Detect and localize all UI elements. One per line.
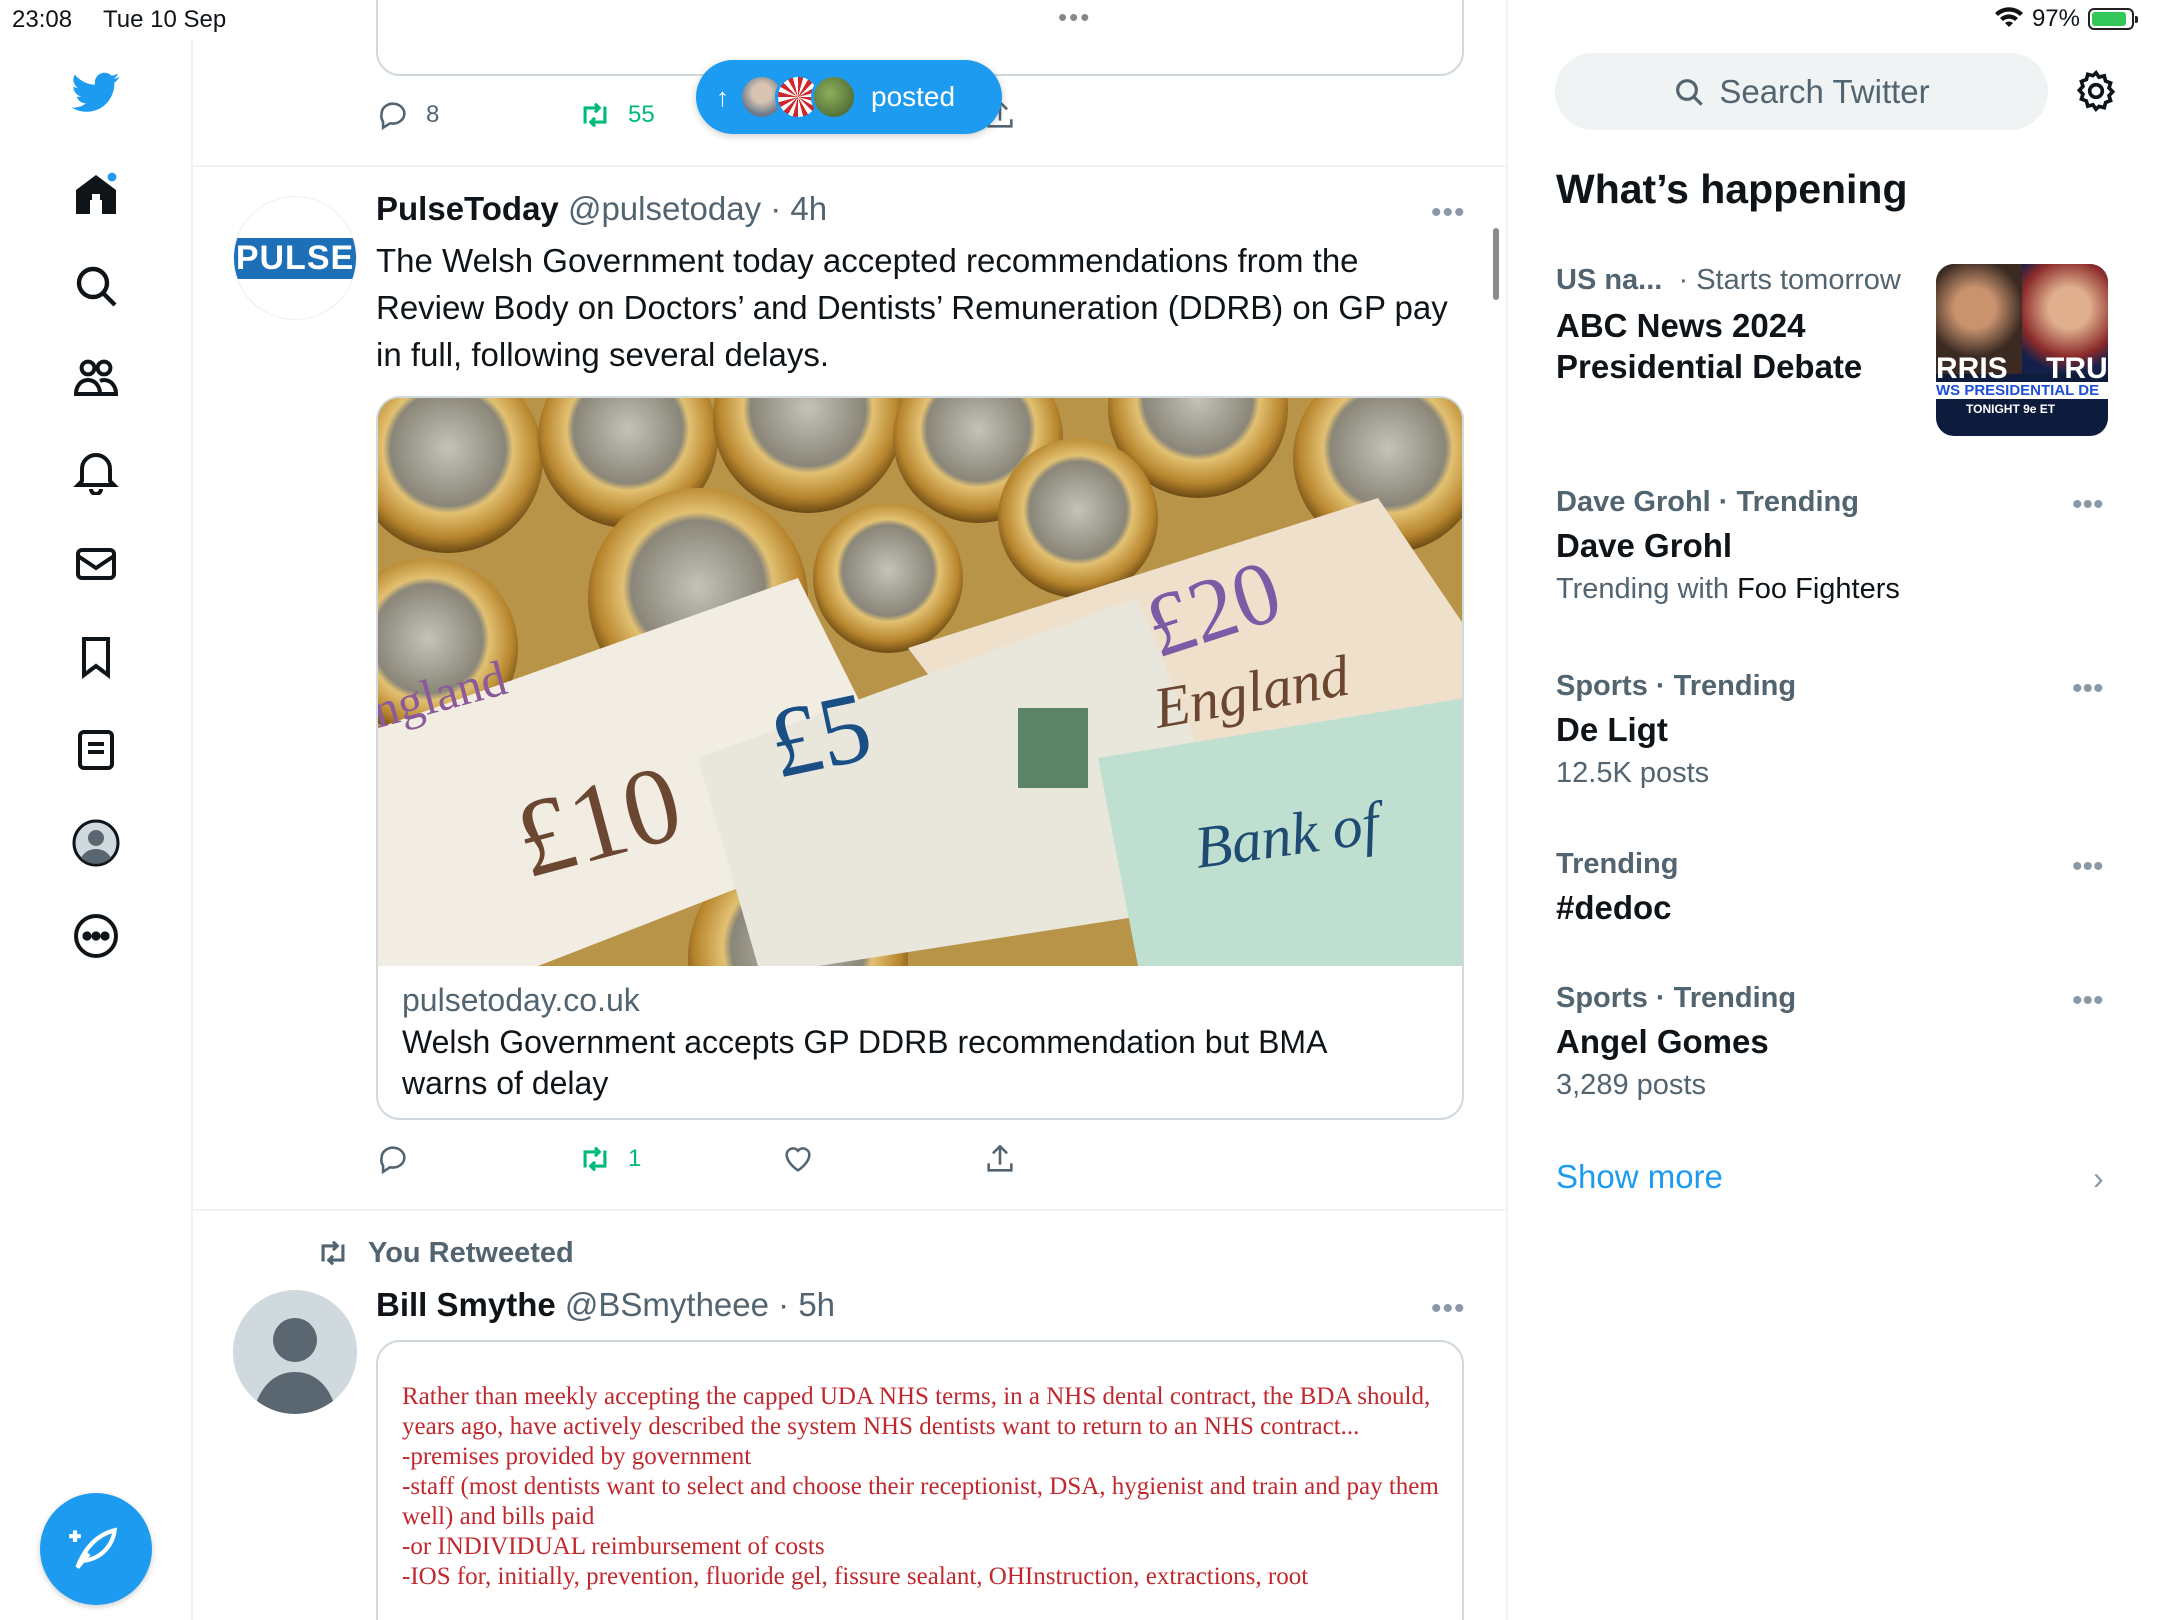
search-input[interactable]: Search Twitter	[1555, 53, 2048, 130]
left-nav	[0, 40, 193, 1620]
author-name[interactable]: Bill Smythe	[376, 1286, 556, 1323]
retweet-button[interactable]: 1	[578, 1142, 641, 1176]
chevron-right-icon: ›	[2093, 1160, 2104, 1196]
share-button[interactable]	[983, 1142, 1017, 1181]
search-icon	[1676, 78, 1704, 106]
trend-thumbnail: RRIS TRU WS PRESIDENTIAL DE TONIGHT 9e E…	[1936, 264, 2108, 436]
compose-tweet-button[interactable]	[40, 1493, 152, 1605]
trend-topic: Angel Gomes	[1556, 1023, 1769, 1060]
trend-post-count: 3,289 posts	[1556, 1069, 1706, 1101]
trend-sub-prefix: Trending with	[1556, 573, 1738, 605]
reply-icon	[380, 1146, 406, 1175]
trend-post-count: 12.5K posts	[1556, 757, 1710, 789]
trend-item[interactable]: Sports · Trending Angel Gomes 3,289 post…	[1556, 982, 2116, 1102]
trend-topic: #dedoc	[1556, 889, 1672, 926]
trend-category: US na...	[1556, 264, 1663, 296]
reply-button[interactable]	[376, 1142, 410, 1176]
retweet-icon	[583, 1146, 607, 1172]
trend-sub-highlight: Foo Fighters	[1737, 573, 1900, 605]
retweeted-label: You Retweeted	[368, 1236, 574, 1269]
trend-more-button[interactable]: •••	[2072, 850, 2104, 884]
trend-topic: Dave Grohl	[1556, 527, 1733, 564]
bookmarks-icon[interactable]	[70, 631, 122, 683]
show-more-link[interactable]: Show more	[1556, 1158, 1723, 1196]
search-icon[interactable]	[70, 260, 122, 312]
right-sidebar: Search Twitter What’s happening US na...…	[1508, 0, 2160, 1620]
reply-button[interactable]: 8	[376, 98, 439, 132]
trend-item[interactable]: Dave Grohl · Trending Dave Grohl Trendin…	[1556, 486, 2116, 606]
like-button[interactable]	[781, 1142, 815, 1181]
search-placeholder: Search Twitter	[1719, 72, 1930, 110]
reply-count: 8	[426, 101, 440, 128]
trend-topic: De Ligt	[1556, 711, 1668, 748]
retweet-count: 1	[628, 1145, 642, 1172]
trend-item[interactable]: Sports · Trending De Ligt 12.5K posts	[1556, 670, 2116, 790]
tweet-time[interactable]: · 5h	[778, 1286, 835, 1323]
trend-more-button[interactable]: •••	[2072, 488, 2104, 522]
trend-category: Dave Grohl · Trending	[1556, 486, 1859, 518]
timeline: 8 55 ↑ posted PULSE PulseToday @pulsetod…	[193, 0, 1508, 1620]
bill-smythe-avatar[interactable]	[233, 1290, 357, 1414]
author-handle[interactable]: @pulsetoday	[568, 190, 761, 227]
compose-feather-icon	[69, 1527, 118, 1570]
tweet-text: The Welsh Government today accepted reco…	[376, 242, 1448, 373]
toast-label: posted	[871, 81, 956, 112]
profile-icon[interactable]	[70, 817, 122, 869]
divider	[193, 165, 1506, 167]
gear-icon[interactable]	[2073, 68, 2119, 114]
thumb-text-4: TONIGHT 9e ET	[1966, 402, 2056, 416]
trend-category: Sports · Trending	[1556, 670, 1797, 702]
tweet-image-document[interactable]: Rather than meekly accepting the capped …	[376, 1340, 1464, 1620]
document-text: Rather than meekly accepting the capped …	[402, 1383, 1439, 1590]
new-posts-toast[interactable]: ↑ posted	[696, 60, 1002, 134]
trend-category: Sports · Trending	[1556, 982, 1797, 1014]
retweeted-indicator: You Retweeted	[316, 1236, 574, 1270]
pulse-logo-text: PULSE	[234, 237, 356, 279]
retweet-icon	[321, 1240, 345, 1266]
twitter-logo-icon[interactable]	[70, 66, 122, 118]
tweet-header: Bill Smythe @BSmytheee · 5h	[376, 1286, 835, 1324]
whats-happening-heading: What’s happening	[1556, 166, 1908, 212]
author-handle[interactable]: @BSmytheee	[565, 1286, 769, 1323]
card-title: Welsh Government accepts GP DDRB recomme…	[402, 1024, 1326, 1101]
author-name[interactable]: PulseToday	[376, 190, 559, 227]
link-card[interactable]: £20 £10 ngland £5 Bank of England pulset…	[376, 396, 1464, 1120]
messages-icon[interactable]	[70, 538, 122, 590]
pulsetoday-avatar[interactable]: PULSE	[233, 196, 357, 320]
toast-avatar-3	[811, 74, 857, 120]
home-icon[interactable]	[70, 168, 122, 220]
more-icon[interactable]	[70, 910, 122, 962]
tweet-header: PulseToday @pulsetoday · 4h	[376, 190, 827, 228]
trend-category: Trending	[1556, 848, 1679, 880]
trend-category-suffix: · Starts tomorrow	[1678, 264, 1901, 296]
card-image: £20 £10 ngland £5 Bank of England	[378, 398, 1462, 966]
retweet-button[interactable]: 55	[578, 98, 655, 132]
reply-icon	[380, 102, 406, 131]
trend-item[interactable]: US na... · Starts tomorrow ABC News 2024…	[1556, 264, 1936, 387]
tweet-time[interactable]: · 4h	[770, 190, 827, 227]
scrollbar-thumb[interactable]	[1493, 228, 1499, 300]
status-time: 23:08	[12, 6, 73, 33]
trend-more-button[interactable]: •••	[2072, 984, 2104, 1018]
arrow-up-icon: ↑	[716, 81, 729, 112]
trend-item[interactable]: Trending #dedoc	[1556, 848, 2116, 927]
divider	[193, 1209, 1506, 1211]
thumb-text-3: WS PRESIDENTIAL DE	[1936, 382, 2108, 399]
retweet-count: 55	[628, 101, 655, 128]
heart-icon	[785, 1147, 811, 1172]
thumb-text-1: RRIS	[1936, 352, 2008, 385]
thumb-text-2: TRU	[2046, 352, 2108, 385]
communities-icon[interactable]	[70, 352, 122, 404]
tweet-more-button[interactable]: •••	[1431, 196, 1466, 230]
share-icon	[987, 1144, 1013, 1172]
lists-icon[interactable]	[70, 724, 122, 776]
notifications-icon[interactable]	[70, 445, 122, 497]
trend-topic: ABC News 2024 Presidential Debate	[1556, 307, 1863, 385]
trend-more-button[interactable]: •••	[2072, 672, 2104, 706]
retweet-icon	[583, 102, 607, 128]
card-domain: pulsetoday.co.uk	[402, 982, 640, 1018]
tweet-more-button[interactable]: •••	[1431, 1292, 1466, 1326]
